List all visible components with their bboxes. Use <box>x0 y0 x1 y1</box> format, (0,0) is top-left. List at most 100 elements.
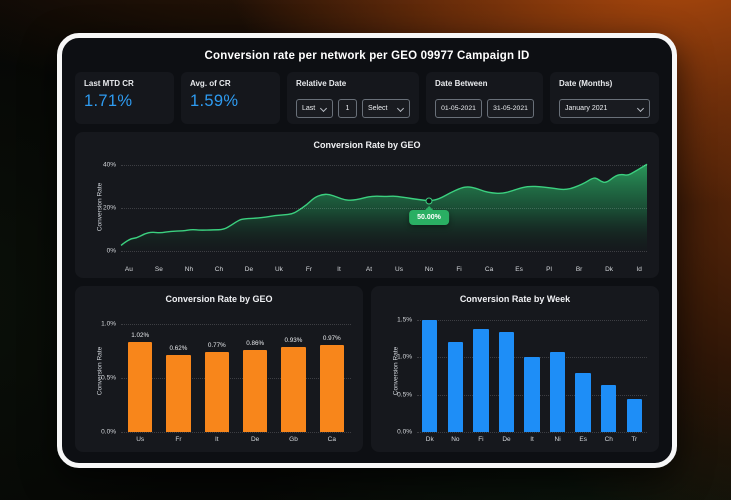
x-axis-label: Fr <box>175 436 182 443</box>
y-axis-tick: 0.5% <box>101 374 116 382</box>
y-axis-tick: 0.5% <box>397 391 412 399</box>
y-axis: Conversion Rate 0.0% 0.5% 1.0% 1.5% <box>383 309 417 436</box>
bar[interactable] <box>281 347 306 432</box>
bar[interactable] <box>447 341 463 432</box>
x-axis-label: Br <box>575 266 583 273</box>
x-axis-labels: Au Se Nh Ch De Uk Fr It At Us No Fi Ca Es Pl Br Dk Id <box>87 258 647 273</box>
x-axis-label: Au <box>124 266 133 273</box>
bar[interactable] <box>601 385 617 432</box>
x-axis-label: Ch <box>214 266 224 273</box>
x-axis-label: Us <box>395 266 403 273</box>
relative-date-select-dropdown[interactable]: Select <box>362 99 410 118</box>
x-axis-label: It <box>215 436 219 443</box>
data-point-marker[interactable] <box>425 197 433 205</box>
gridline <box>417 432 647 433</box>
y-axis-title: Conversion Rate <box>96 346 104 395</box>
bar-slots: 1.02% 0.62% 0.77% 0.86% 0.93% 0.97% <box>121 309 351 432</box>
x-axis-label: Dk <box>425 436 434 443</box>
x-axis-label: Nh <box>184 266 194 273</box>
x-axis-label: It <box>337 266 341 273</box>
bar-chart-geo: Conversion Rate 0.0% 0.5% 1.0% 1.02% 0.62% 0… <box>87 309 351 436</box>
x-axis-label: Id <box>636 266 642 273</box>
bar[interactable] <box>575 373 591 432</box>
kpi-value: 1.71% <box>84 92 133 110</box>
gridline <box>121 165 647 167</box>
x-axis-label: Fi <box>456 266 462 273</box>
x-axis-labels: Dk No Fi De It Ni Es Ch Tr <box>383 432 647 447</box>
bar[interactable] <box>127 342 153 432</box>
months-dropdown[interactable]: January 2021 <box>559 99 650 118</box>
area-plot: 50.00% <box>121 155 647 258</box>
x-axis-label: Us <box>136 436 145 443</box>
x-axis-label: Fi <box>478 436 484 443</box>
bar-value-label: 0.86% <box>246 339 265 347</box>
bar-slot: 0.86% <box>236 309 274 432</box>
bar-chart-geo-panel: Conversion Rate by GEO Conversion Rate 0… <box>75 286 363 452</box>
bar[interactable] <box>473 329 489 432</box>
bar-slot <box>622 309 648 432</box>
kpi-label: Last MTD CR <box>84 79 134 88</box>
x-axis-label: Es <box>579 436 587 443</box>
bar-value-label: 0.77% <box>207 342 226 350</box>
bar[interactable] <box>242 349 268 432</box>
bar-slot <box>417 309 443 432</box>
bar[interactable] <box>166 354 191 432</box>
dashboard-frame: Conversion rate per network per GEO 0997… <box>57 33 677 468</box>
filter-date-between: Date Between 01-05-2021 31-05-2021 <box>426 72 543 124</box>
gridline <box>121 208 647 210</box>
y-axis-tick: 1.5% <box>397 316 412 324</box>
bar[interactable] <box>498 332 515 432</box>
x-axis-label: Se <box>154 266 163 273</box>
bar-slot: 0.93% <box>274 309 312 432</box>
bar[interactable] <box>319 344 345 432</box>
filter-label: Date (Months) <box>559 79 613 88</box>
x-axis-label: No <box>424 266 434 273</box>
kpi-card-avg-cr: Avg. of CR 1.59% <box>181 72 280 124</box>
bar[interactable] <box>422 320 438 432</box>
bar-slot <box>545 309 571 432</box>
bar-chart-week: Conversion Rate 0.0% 0.5% 1.0% 1.5% <box>383 309 648 436</box>
bar-slot <box>570 309 596 432</box>
date-end-input[interactable]: 31-05-2021 <box>487 99 534 118</box>
bar-value-label: 0.97% <box>322 334 341 342</box>
relative-date-number-input[interactable]: 1 <box>338 99 357 118</box>
bar-slot <box>494 309 520 432</box>
x-axis-label: At <box>365 266 373 273</box>
y-axis: Conversion Rate 0% 20% 40% <box>87 155 121 258</box>
area-series <box>121 155 647 251</box>
title-bar: Conversion rate per network per GEO 0997… <box>75 40 659 72</box>
x-axis-label: Ch <box>604 436 613 443</box>
kpi-label: Avg. of CR <box>190 79 231 88</box>
gridline <box>121 250 647 252</box>
bar[interactable] <box>626 399 642 432</box>
x-axis-label: Uk <box>274 266 283 273</box>
bar-chart-week-panel: Conversion Rate by Week Conversion Rate … <box>371 286 659 452</box>
filter-relative-date: Relative Date Last 1 Select <box>287 72 419 124</box>
date-months-controls: January 2021 <box>559 99 650 118</box>
bar-value-label: 1.02% <box>131 332 150 340</box>
bar[interactable] <box>204 352 230 432</box>
x-axis-label: De <box>250 436 260 443</box>
x-axis-label: Ca <box>327 436 336 443</box>
bar[interactable] <box>549 351 566 432</box>
chevron-down-icon <box>321 106 327 112</box>
bar-slot: 0.62% <box>159 309 197 432</box>
y-axis-tick: 1.0% <box>397 353 412 361</box>
bar[interactable] <box>524 357 540 432</box>
area-chart-panel: Conversion Rate by GEO Conversion Rate 0… <box>75 132 659 278</box>
bar-slot <box>519 309 545 432</box>
y-axis-tick: 0% <box>106 247 116 255</box>
date-between-controls: 01-05-2021 31-05-2021 <box>435 99 534 118</box>
filter-label: Date Between <box>435 79 488 88</box>
chevron-down-icon <box>638 106 644 112</box>
kpi-filter-row: Last MTD CR 1.71% Avg. of CR 1.59% Relat… <box>75 72 659 124</box>
bar-slot <box>443 309 469 432</box>
relative-date-unit-dropdown[interactable]: Last <box>296 99 333 118</box>
bottom-charts-row: Conversion Rate by GEO Conversion Rate 0… <box>75 286 659 452</box>
filter-date-months: Date (Months) January 2021 <box>550 72 659 124</box>
x-axis-label: Fr <box>305 266 313 273</box>
date-start-input[interactable]: 01-05-2021 <box>435 99 482 118</box>
filter-label: Relative Date <box>296 79 347 88</box>
y-axis-tick: 0.0% <box>101 428 116 436</box>
gridline <box>121 432 351 433</box>
